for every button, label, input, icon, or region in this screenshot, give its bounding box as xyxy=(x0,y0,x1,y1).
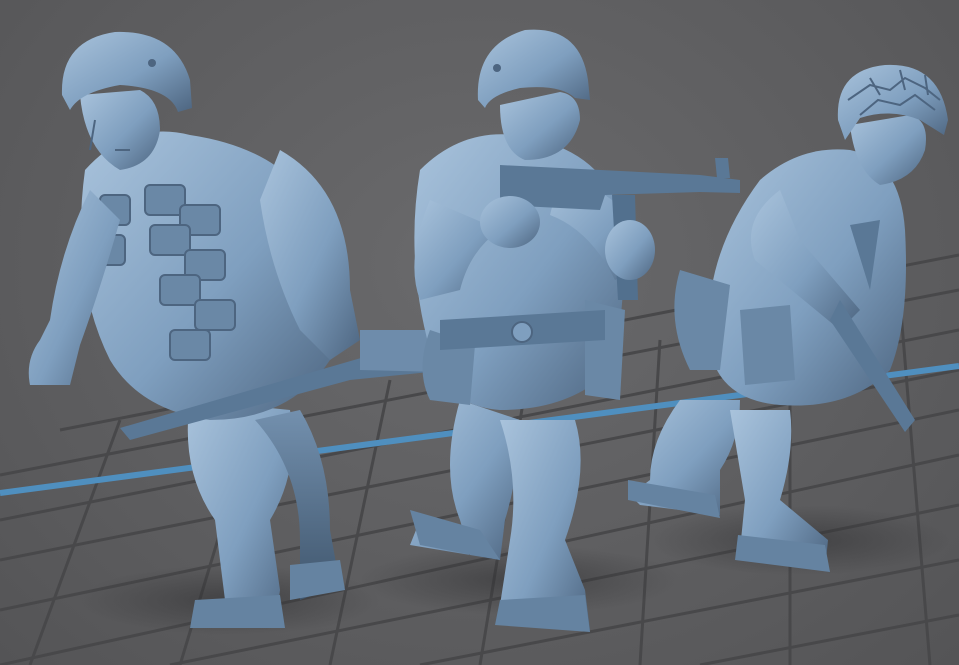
model-render xyxy=(0,29,959,665)
figure-right xyxy=(628,64,948,572)
figure-left xyxy=(28,31,465,628)
3d-viewport[interactable] xyxy=(0,0,959,665)
